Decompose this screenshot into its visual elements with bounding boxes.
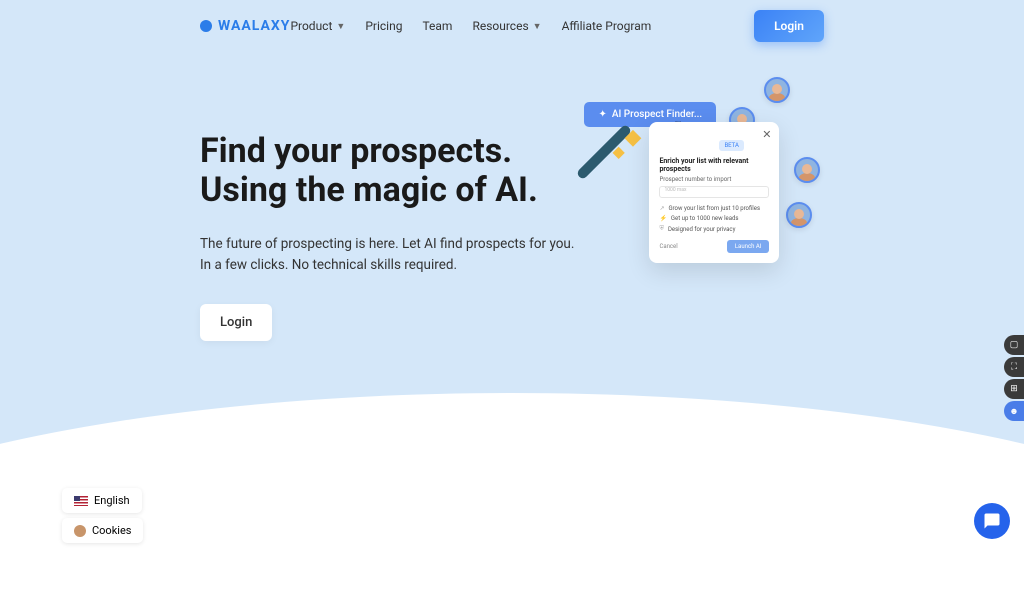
prospect-card: ✕ BETA Enrich your list with relevant pr…	[649, 122, 779, 263]
hero-sub-line2: In a few clicks. No technical skills req…	[200, 257, 457, 273]
intercom-launcher[interactable]	[974, 503, 1010, 539]
login-button-header[interactable]: Login	[754, 10, 824, 42]
brand-name: WAALAXY	[218, 18, 290, 34]
bolt-icon: ⚡	[659, 215, 666, 222]
feature-label: Get up to 1000 new leads	[671, 215, 739, 222]
chevron-down-icon: ▼	[336, 21, 345, 32]
nav-affiliate-label: Affiliate Program	[562, 19, 652, 33]
side-toolbar: ▢ ⛶ ⊞ ☻	[1004, 335, 1024, 421]
nav-team[interactable]: Team	[422, 19, 452, 33]
nav-pricing[interactable]: Pricing	[365, 19, 402, 33]
cookie-icon	[74, 525, 86, 537]
side-apps-button[interactable]: ⊞	[1004, 379, 1024, 399]
rocket-icon: ↗	[659, 205, 664, 212]
nav-product-label: Product	[290, 19, 332, 33]
side-guide-button[interactable]: ▢	[1004, 335, 1024, 355]
prospect-number-input[interactable]: 1000 max	[659, 186, 769, 198]
chat-icon	[983, 512, 1001, 530]
cookies-label: Cookies	[92, 524, 131, 537]
nav-resources[interactable]: Resources ▼	[472, 19, 541, 33]
side-expand-button[interactable]: ⛶	[1004, 357, 1024, 377]
feature-label: Grow your list from just 10 profiles	[668, 205, 760, 212]
feature-label: Designed for your privacy	[668, 226, 735, 233]
avatar	[794, 157, 820, 183]
beta-badge: BETA	[719, 140, 743, 151]
login-label: Login	[774, 19, 804, 33]
side-chat-button[interactable]: ☻	[1004, 401, 1024, 421]
brand-logo[interactable]: WAALAXY	[200, 18, 290, 34]
hero-sub-line1: The future of prospecting is here. Let A…	[200, 236, 574, 252]
nav-pricing-label: Pricing	[365, 19, 402, 33]
avatar	[786, 202, 812, 228]
avatar	[764, 77, 790, 103]
feature-item: ⛨ Designed for your privacy	[659, 225, 769, 233]
nav-affiliate[interactable]: Affiliate Program	[562, 19, 652, 33]
hero-title-line1: Find your prospects.	[200, 131, 512, 171]
sparkle-icon: ◆	[612, 142, 624, 161]
cookie-settings[interactable]: Cookies	[62, 518, 143, 543]
hero-subtitle: The future of prospecting is here. Let A…	[200, 234, 574, 276]
feature-item: ↗ Grow your list from just 10 profiles	[659, 205, 769, 212]
launch-ai-button[interactable]: Launch AI	[727, 240, 770, 253]
card-title: Enrich your list with relevant prospects	[659, 157, 769, 173]
nav-product[interactable]: Product ▼	[290, 19, 345, 33]
main-nav: Product ▼ Pricing Team Resources ▼ Affil…	[290, 19, 651, 33]
logo-icon	[200, 20, 212, 32]
language-label: English	[94, 494, 130, 507]
chevron-down-icon: ▼	[533, 21, 542, 32]
shield-icon: ⛨	[659, 225, 664, 233]
us-flag-icon	[74, 496, 88, 506]
sparkle-icon: ✦	[598, 109, 606, 120]
card-field-label: Prospect number to import	[659, 176, 769, 183]
hero-title: Find your prospects. Using the magic of …	[200, 132, 574, 210]
nav-team-label: Team	[422, 19, 452, 33]
hero-cta-label: Login	[220, 315, 252, 330]
hero-illustration: ✦ AI Prospect Finder... ☟ ◆ ◆ ✕ BETA Enr…	[594, 92, 1024, 341]
hero-title-line2: Using the magic of AI.	[200, 170, 538, 210]
close-icon[interactable]: ✕	[762, 128, 771, 141]
nav-resources-label: Resources	[472, 19, 528, 33]
feature-item: ⚡ Get up to 1000 new leads	[659, 215, 769, 222]
sparkle-icon: ◆	[624, 125, 641, 150]
language-selector[interactable]: English	[62, 488, 142, 513]
cancel-button[interactable]: Cancel	[659, 243, 677, 250]
login-button-hero[interactable]: Login	[200, 304, 272, 341]
pill-label: AI Prospect Finder...	[612, 109, 702, 120]
